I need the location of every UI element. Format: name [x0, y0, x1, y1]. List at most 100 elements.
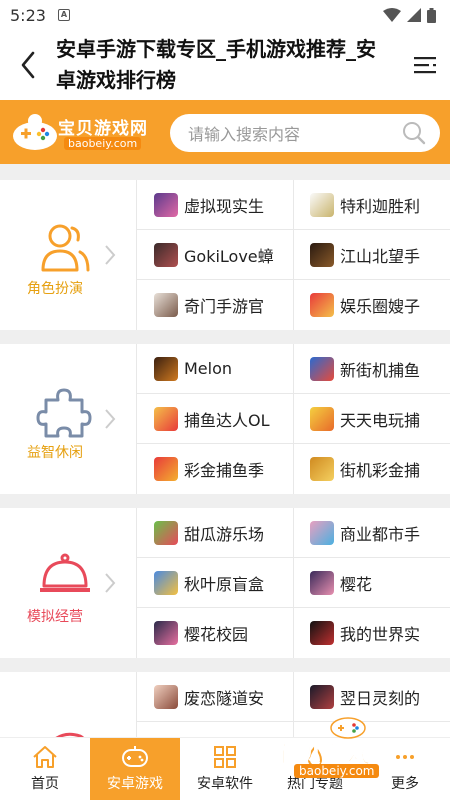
game-item[interactable]: 秋叶原盲盒 — [137, 558, 293, 607]
home-icon — [33, 746, 57, 768]
category-header[interactable] — [0, 672, 136, 737]
game-name: 樱花 — [340, 574, 373, 594]
game-icon — [310, 620, 334, 645]
category-label: 益智休闲 — [27, 445, 83, 461]
game-name: 街机彩金捕 — [340, 460, 421, 480]
game-item[interactable]: 奇门手游官 — [137, 280, 293, 329]
menu-button[interactable] — [400, 30, 450, 100]
title-bar: 安卓手游下载专区_手机游戏推荐_安卓游戏排行榜 — [0, 30, 450, 100]
game-item[interactable]: 新街机捕鱼 — [293, 344, 450, 393]
category-header[interactable]: 角色扮演 — [0, 180, 136, 330]
game-item[interactable]: Melon — [137, 344, 293, 393]
controller-logo-icon — [13, 114, 57, 150]
game-icon — [154, 520, 178, 545]
game-name: 特利迦胜利 — [340, 196, 421, 216]
game-icon — [154, 406, 178, 431]
game-icon — [310, 456, 334, 481]
game-grid: 甜瓜游乐场 商业都市手 秋叶原盲盒 樱花 樱花校园 我的世界实 — [137, 508, 450, 658]
nav-label: 首页 — [31, 776, 59, 792]
site-logo[interactable]: 宝贝游戏网 baobeiy.com — [0, 100, 160, 164]
game-item[interactable]: 捕鱼达人OL — [137, 394, 293, 443]
game-item[interactable]: 娱乐圈嫂子 — [293, 280, 450, 329]
status-bar: 5:23 A — [0, 0, 450, 30]
chevron-right-icon — [105, 409, 116, 429]
signal-icon — [407, 8, 421, 22]
game-name: 彩金捕鱼季 — [184, 460, 265, 480]
game-name: 废恋隧道安 — [184, 688, 265, 708]
service-bell-icon — [40, 553, 90, 592]
game-item[interactable]: 樱花校园 — [137, 608, 293, 657]
game-name: 捕鱼达人OL — [184, 410, 270, 430]
game-icon — [154, 456, 178, 481]
notification-icon: A — [57, 9, 70, 21]
game-icon — [154, 620, 178, 645]
game-name: 天天电玩捕 — [340, 410, 421, 430]
status-time: 5:23 — [10, 5, 46, 25]
logo-text: 宝贝游戏网 — [58, 119, 148, 139]
game-item[interactable]: 天天电玩捕 — [293, 394, 450, 443]
category-header[interactable]: 模拟经营 — [0, 508, 136, 658]
search-box[interactable]: 请输入搜索内容 — [170, 114, 440, 152]
game-grid: Melon 新街机捕鱼 捕鱼达人OL 天天电玩捕 彩金捕鱼季 街机彩金捕 — [137, 344, 450, 494]
nav-label: 安卓游戏 — [107, 776, 163, 792]
logo-domain: baobeiy.com — [64, 137, 142, 150]
category-header[interactable]: 益智休闲 — [0, 344, 136, 494]
apps-grid-icon — [214, 746, 236, 768]
game-icon — [154, 292, 178, 317]
nav-android-apps[interactable]: 安卓软件 — [180, 738, 270, 800]
game-item[interactable]: 特利迦胜利 — [293, 180, 450, 229]
game-item[interactable]: 商业都市手 — [293, 508, 450, 557]
back-button[interactable] — [0, 30, 56, 100]
game-name: 江山北望手 — [340, 246, 421, 266]
game-name: 奇门手游官 — [184, 296, 265, 316]
search-input[interactable]: 请输入搜索内容 — [188, 121, 402, 145]
category-section: 角色扮演 虚拟现实生 特利迦胜利 GokiLove蟑 江山北望手 奇门手游官 娱… — [0, 180, 450, 330]
chevron-right-icon — [105, 245, 116, 265]
watermark-domain: baobeiy.com — [294, 764, 380, 778]
game-item[interactable]: 彩金捕鱼季 — [137, 444, 293, 493]
battery-icon — [427, 7, 436, 23]
game-name: 虚拟现实生 — [184, 196, 265, 216]
game-name: 商业都市手 — [340, 524, 421, 544]
wifi-icon — [383, 8, 401, 22]
game-name: Melon — [184, 359, 233, 378]
game-icon — [310, 292, 334, 317]
game-name: GokiLove蟑 — [184, 246, 274, 266]
puzzle-icon — [36, 388, 92, 438]
game-name: 甜瓜游乐场 — [184, 524, 265, 544]
category-label: 模拟经营 — [27, 609, 83, 625]
category-section: 模拟经营 甜瓜游乐场 商业都市手 秋叶原盲盒 樱花 樱花校园 我的世界实 — [0, 508, 450, 658]
game-icon — [310, 356, 334, 381]
chevron-right-icon — [105, 573, 116, 593]
status-icons — [383, 7, 436, 23]
game-icon — [154, 356, 178, 381]
nav-label: 安卓软件 — [197, 776, 253, 792]
game-name: 娱乐圈嫂子 — [340, 296, 421, 316]
game-item[interactable]: 樱花 — [293, 558, 450, 607]
chevron-left-icon — [21, 51, 35, 79]
watermark: 宝贝游戏网 baobeiy.com — [268, 712, 428, 792]
game-item[interactable]: 虚拟现实生 — [137, 180, 293, 229]
game-name: 樱花校园 — [184, 624, 249, 644]
game-icon — [154, 242, 178, 267]
game-item[interactable]: 江山北望手 — [293, 230, 450, 279]
people-icon — [41, 224, 90, 272]
game-icon — [310, 684, 334, 709]
game-icon — [310, 406, 334, 431]
game-icon — [310, 570, 334, 595]
game-icon — [310, 520, 334, 545]
nav-home[interactable]: 首页 — [0, 738, 90, 800]
game-name: 我的世界实 — [340, 624, 421, 644]
page-title: 安卓手游下载专区_手机游戏推荐_安卓游戏排行榜 — [56, 37, 376, 92]
category-label: 角色扮演 — [27, 281, 83, 297]
game-name: 秋叶原盲盒 — [184, 574, 265, 594]
category-list: 角色扮演 虚拟现实生 特利迦胜利 GokiLove蟑 江山北望手 奇门手游官 娱… — [0, 164, 450, 737]
game-item[interactable]: 甜瓜游乐场 — [137, 508, 293, 557]
game-icon — [154, 684, 178, 709]
nav-android-games[interactable]: 安卓游戏 — [90, 738, 180, 800]
game-icon — [154, 192, 178, 217]
game-item[interactable]: GokiLove蟑 — [137, 230, 293, 279]
search-icon[interactable] — [402, 121, 426, 145]
game-item[interactable]: 我的世界实 — [293, 608, 450, 657]
game-item[interactable]: 街机彩金捕 — [293, 444, 450, 493]
